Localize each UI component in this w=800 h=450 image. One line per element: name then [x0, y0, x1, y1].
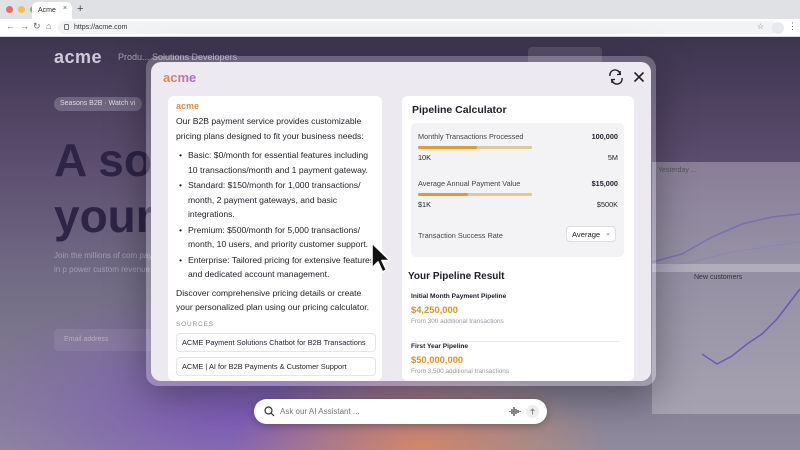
- result-value: $50,000,000: [411, 354, 464, 365]
- tab-title: Acme: [38, 7, 56, 14]
- close-button[interactable]: [630, 68, 648, 86]
- annual-payment-slider[interactable]: [418, 193, 532, 196]
- reload-icon[interactable]: ↻: [33, 21, 41, 32]
- forward-icon[interactable]: →: [20, 21, 29, 31]
- monthly-max-label: 5M: [607, 153, 618, 162]
- site-chart-card: Yesterday ...: [651, 162, 800, 272]
- success-rate-select[interactable]: Average ⌄: [566, 226, 616, 242]
- site-headline: A so your: [54, 132, 154, 244]
- ai-assistant-modal: acme acme Our B2B payment service provid…: [146, 56, 656, 386]
- site-chart-lines: [651, 213, 800, 269]
- site-headline-line2: your: [54, 190, 154, 242]
- plan-item-basic: Basic: $0/month for essential features i…: [176, 148, 376, 177]
- sources-label: SOURCES: [176, 320, 214, 328]
- browser-toolbar: ← → ↻ ⌂ https://acme.com ☆ ⋮: [0, 19, 800, 37]
- source-link[interactable]: ACME Payment Solutions Chatbot for B2B T…: [176, 332, 376, 352]
- refresh-icon: [609, 69, 623, 85]
- minimize-window-dot[interactable]: [18, 6, 25, 13]
- plan-list: Basic: $0/month for essential features i…: [176, 148, 376, 282]
- annual-min-label: $1K: [418, 200, 431, 209]
- plan-item-enterprise: Enterprise: Tailored pricing for extensi…: [176, 253, 376, 282]
- result-label: First Year Pipeline: [411, 343, 469, 350]
- result-value: $4,250,000: [411, 304, 458, 315]
- refresh-button[interactable]: [607, 68, 625, 86]
- waveform-icon[interactable]: [509, 406, 521, 417]
- browser-tab-strip: Acme × +: [0, 0, 800, 19]
- search-icon: [264, 406, 275, 417]
- tab-close-icon[interactable]: ×: [63, 5, 67, 12]
- site-customers-card: New customers: [652, 264, 800, 414]
- result-label: Initial Month Payment Pipeline: [411, 293, 507, 300]
- plan-item-standard: Standard: $150/month for 1,000 transacti…: [176, 178, 376, 222]
- ai-assistant-bar: [254, 399, 547, 424]
- monthly-transactions-slider[interactable]: [418, 146, 532, 149]
- site-chart-card-label: Yesterday ...: [658, 167, 697, 174]
- calculator-inputs: Monthly Transactions Processed 100,000 1…: [411, 123, 624, 257]
- menu-icon[interactable]: ⋮: [788, 21, 797, 32]
- success-rate-selected: Average: [572, 230, 601, 239]
- pipeline-calculator-panel: Pipeline Calculator Monthly Transactions…: [402, 96, 634, 381]
- chat-logo: acme: [176, 101, 376, 111]
- success-rate-label: Transaction Success Rate: [418, 231, 503, 240]
- monthly-transactions-slider-fill: [418, 146, 478, 149]
- site-customers-chart: [701, 288, 800, 365]
- site-headline-line1: A so: [54, 134, 152, 186]
- chat-outro: Discover comprehensive pricing details o…: [176, 287, 369, 313]
- result-subtext: From 3,500 additional transactions: [411, 368, 510, 375]
- back-icon[interactable]: ←: [6, 21, 15, 31]
- plan-item-premium: Premium: $500/month for 5,000 transactio…: [176, 223, 376, 252]
- result-first-year: First Year Pipeline $50,000,000 From 3,5…: [411, 343, 620, 375]
- chat-response-panel: acme Our B2B payment service provides cu…: [168, 96, 382, 381]
- result-initial-month: Initial Month Payment Pipeline $4,250,00…: [411, 293, 620, 325]
- modal-logo: acme: [163, 70, 197, 85]
- monthly-transactions-label: Monthly Transactions Processed: [418, 132, 524, 141]
- profile-avatar[interactable]: [772, 22, 784, 34]
- modal-content: acme acme Our B2B payment service provid…: [151, 62, 651, 381]
- lock-icon: [64, 24, 69, 30]
- star-icon[interactable]: ☆: [757, 22, 764, 31]
- annual-payment-slider-fill: [418, 193, 469, 196]
- site-customers-label: New customers: [694, 274, 743, 281]
- close-window-dot[interactable]: [6, 6, 13, 13]
- send-button[interactable]: [526, 405, 539, 418]
- annual-max-label: $500K: [596, 200, 618, 209]
- site-announcement-chip: Seasons B2B · Watch vi: [54, 97, 142, 111]
- ai-assistant-input[interactable]: [280, 404, 500, 419]
- result-title: Your Pipeline Result: [408, 271, 505, 282]
- monthly-min-label: 10K: [418, 153, 431, 162]
- address-bar[interactable]: https://acme.com ☆: [58, 21, 778, 34]
- chat-intro: Our B2B payment service provides customi…: [176, 116, 364, 141]
- annual-payment-value: $15,000: [591, 179, 618, 188]
- close-icon: [633, 71, 645, 83]
- new-tab-icon[interactable]: +: [77, 3, 83, 15]
- url-text: https://acme.com: [74, 24, 128, 31]
- home-icon[interactable]: ⌂: [46, 21, 51, 31]
- annual-payment-label: Average Annual Payment Value: [418, 179, 521, 188]
- calculator-title: Pipeline Calculator: [412, 104, 507, 116]
- cursor-arrow-icon: [371, 242, 391, 273]
- send-icon: [530, 408, 535, 415]
- chevron-down-icon: ⌄: [605, 230, 611, 237]
- result-divider: [411, 341, 620, 342]
- monthly-transactions-value: 100,000: [591, 132, 618, 141]
- result-subtext: From 300 additional transactions: [411, 318, 504, 325]
- source-link[interactable]: ACME | AI for B2B Payments & Customer Su…: [176, 356, 376, 376]
- site-logo: acme: [54, 47, 103, 67]
